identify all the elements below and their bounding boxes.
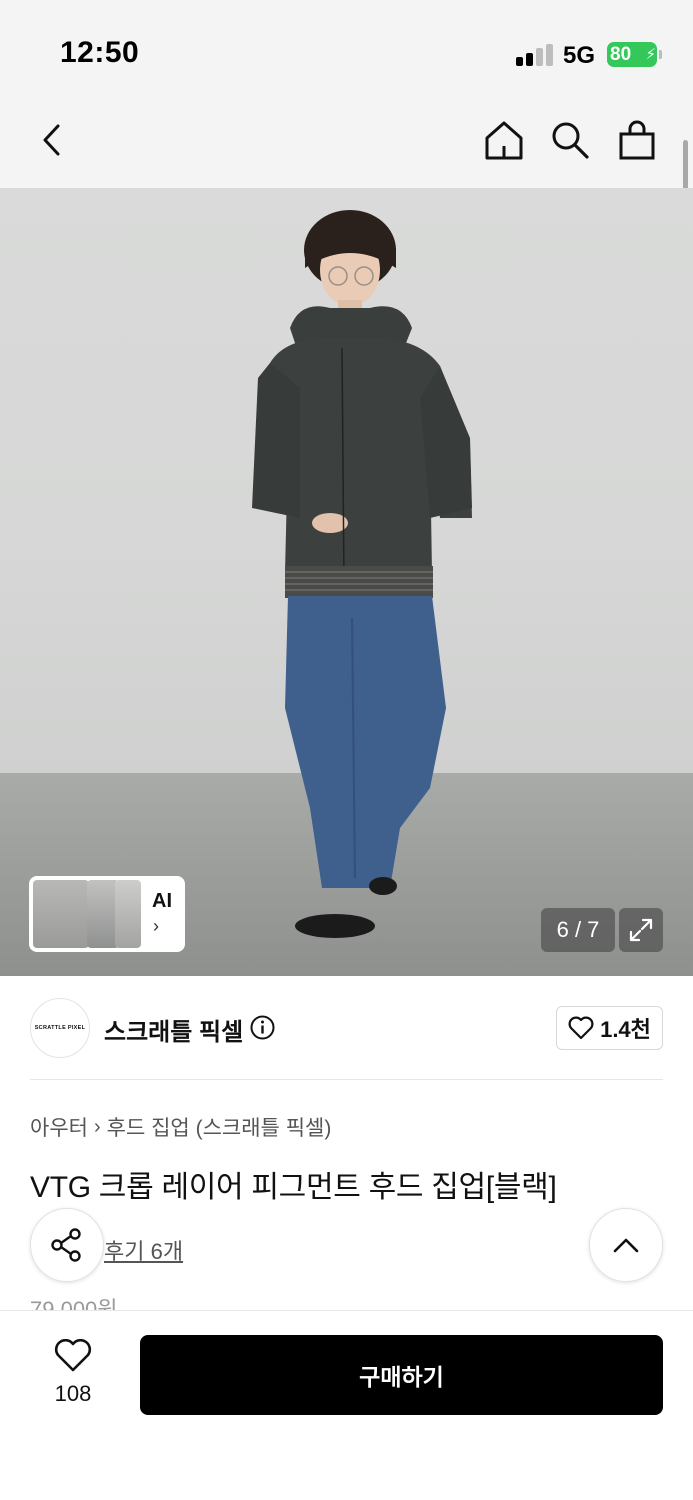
battery-level: 80 — [610, 44, 632, 65]
brand-name[interactable]: 스크래틀 픽셀 — [104, 1012, 243, 1047]
ai-thumbnail — [115, 880, 141, 948]
shopping-bag-icon — [619, 120, 655, 160]
back-button[interactable] — [30, 118, 74, 162]
heart-icon — [54, 1339, 92, 1372]
divider — [30, 1079, 663, 1080]
scroll-top-button[interactable] — [589, 1208, 663, 1282]
breadcrumb-item[interactable]: 후드 집업 (스크래틀 픽셀) — [107, 1112, 332, 1142]
network-type: 5G — [563, 42, 596, 69]
brand-logo[interactable]: SCRATTLE PIXEL — [30, 998, 90, 1058]
nav-bar — [0, 100, 693, 188]
home-icon — [485, 121, 523, 160]
product-photo — [252, 210, 472, 938]
buy-button[interactable]: 구매하기 — [140, 1335, 663, 1415]
home-button[interactable] — [482, 118, 526, 162]
reviews-link[interactable]: 후기 6개 — [104, 1234, 183, 1266]
product-image-gallery[interactable]: AI › 6 / 7 — [0, 188, 693, 976]
charging-bolt-icon: ⚡ — [645, 46, 656, 63]
info-icon[interactable] — [250, 1015, 275, 1040]
brand-like-button[interactable]: 1.4천 — [556, 1006, 663, 1050]
product-price: 79,000원 — [30, 1297, 118, 1310]
share-icon — [51, 1228, 81, 1262]
ai-label: AI — [152, 890, 172, 912]
breadcrumb-item[interactable]: 아우터 — [30, 1112, 88, 1142]
chevron-up-icon — [613, 1238, 639, 1253]
brand-like-count: 1.4천 — [600, 1017, 651, 1042]
product-title: VTG 크롭 레이어 피그먼트 후드 집업[블랙] — [30, 1171, 557, 1204]
expand-button[interactable] — [619, 908, 663, 952]
share-button[interactable] — [30, 1208, 104, 1282]
status-time: 12:50 — [60, 36, 140, 69]
search-button[interactable] — [548, 118, 592, 162]
expand-icon — [629, 918, 653, 942]
search-icon — [552, 122, 589, 159]
heart-icon — [568, 1016, 594, 1040]
bottom-action-bar: 108 구매하기 — [0, 1310, 693, 1500]
chevron-left-icon — [43, 124, 60, 156]
image-counter: 6 / 7 — [541, 908, 615, 952]
wishlist-count: 108 — [54, 1381, 92, 1406]
wishlist-button[interactable]: 108 — [44, 1337, 102, 1407]
chevron-right-icon: › — [153, 916, 159, 936]
status-bar: 12:50 5G 80 ⚡ — [0, 0, 693, 100]
ai-styling-button[interactable]: AI › — [29, 876, 185, 952]
signal-icon — [516, 44, 554, 66]
cart-button[interactable] — [615, 118, 659, 162]
breadcrumb-separator-icon: › — [93, 1115, 101, 1138]
ai-thumbnail — [33, 880, 89, 948]
breadcrumb: 아우터 › 후드 집업 (스크래틀 픽셀) — [30, 1112, 331, 1142]
brand-logo-text: SCRATTLE PIXEL — [34, 1025, 86, 1031]
battery-icon: 80 ⚡ — [607, 42, 662, 67]
